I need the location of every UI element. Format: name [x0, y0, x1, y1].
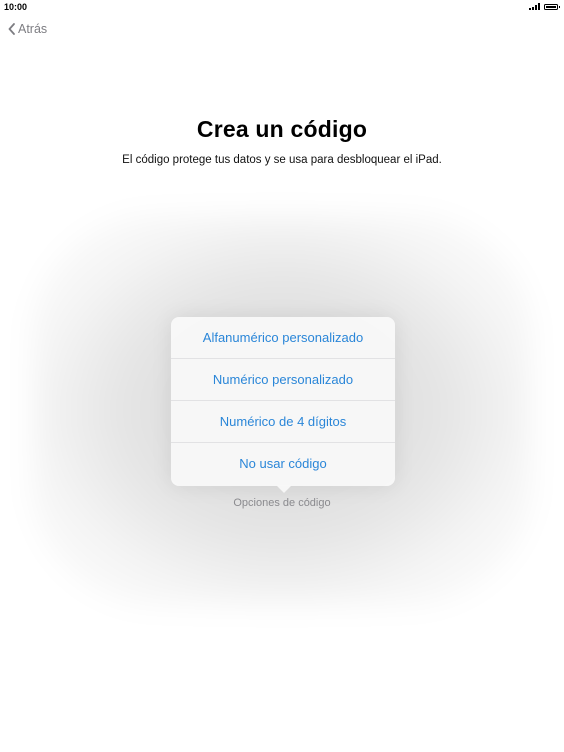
passcode-options-toggle[interactable]: Opciones de código — [0, 497, 564, 509]
status-bar: 10:00 — [0, 0, 564, 14]
back-button-label: Atrás — [18, 22, 48, 36]
signal-icon — [529, 3, 540, 10]
passcode-setup-screen: 10:00 Atrás Crea un código El código pro… — [0, 0, 564, 752]
status-indicators — [529, 3, 560, 10]
popover-arrow — [276, 485, 292, 493]
option-4-digit-numeric[interactable]: Numérico de 4 dígitos — [171, 401, 395, 443]
option-no-passcode[interactable]: No usar código — [171, 443, 395, 485]
status-time: 10:00 — [4, 2, 28, 12]
battery-icon — [544, 3, 560, 10]
chevron-left-icon — [8, 23, 15, 35]
back-button[interactable]: Atrás — [8, 22, 47, 36]
option-custom-alphanumeric[interactable]: Alfanumérico personalizado — [171, 317, 395, 359]
page-subtitle: El código protege tus datos y se usa par… — [122, 154, 442, 166]
page-title: Crea un código — [196, 116, 368, 142]
passcode-options-popover: Alfanumérico personalizado Numérico pers… — [171, 317, 395, 486]
option-custom-numeric[interactable]: Numérico personalizado — [171, 359, 395, 401]
